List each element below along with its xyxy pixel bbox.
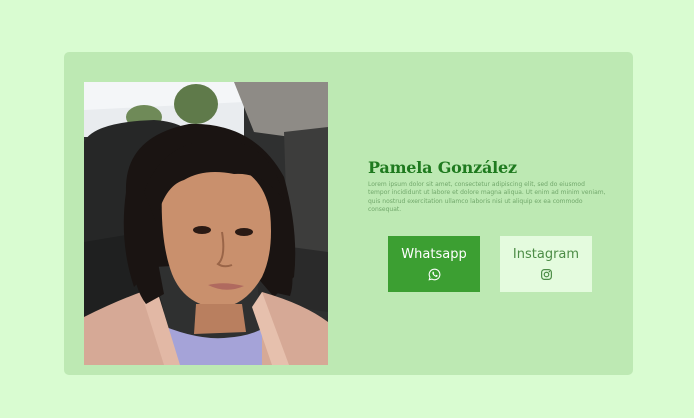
instagram-button-label: Instagram <box>512 247 580 262</box>
whatsapp-icon <box>427 266 441 281</box>
profile-bio: Lorem ipsum dolor sit amet, consectetur … <box>368 181 606 214</box>
profile-card: Pamela González Lorem ipsum dolor sit am… <box>64 52 633 375</box>
profile-photo <box>84 82 328 365</box>
instagram-button[interactable]: Instagram <box>500 236 592 292</box>
profile-info: Pamela González Lorem ipsum dolor sit am… <box>368 158 608 215</box>
profile-name: Pamela González <box>368 158 517 177</box>
whatsapp-button[interactable]: Whatsapp <box>388 236 480 292</box>
instagram-icon <box>540 266 553 280</box>
whatsapp-button-label: Whatsapp <box>401 247 467 262</box>
